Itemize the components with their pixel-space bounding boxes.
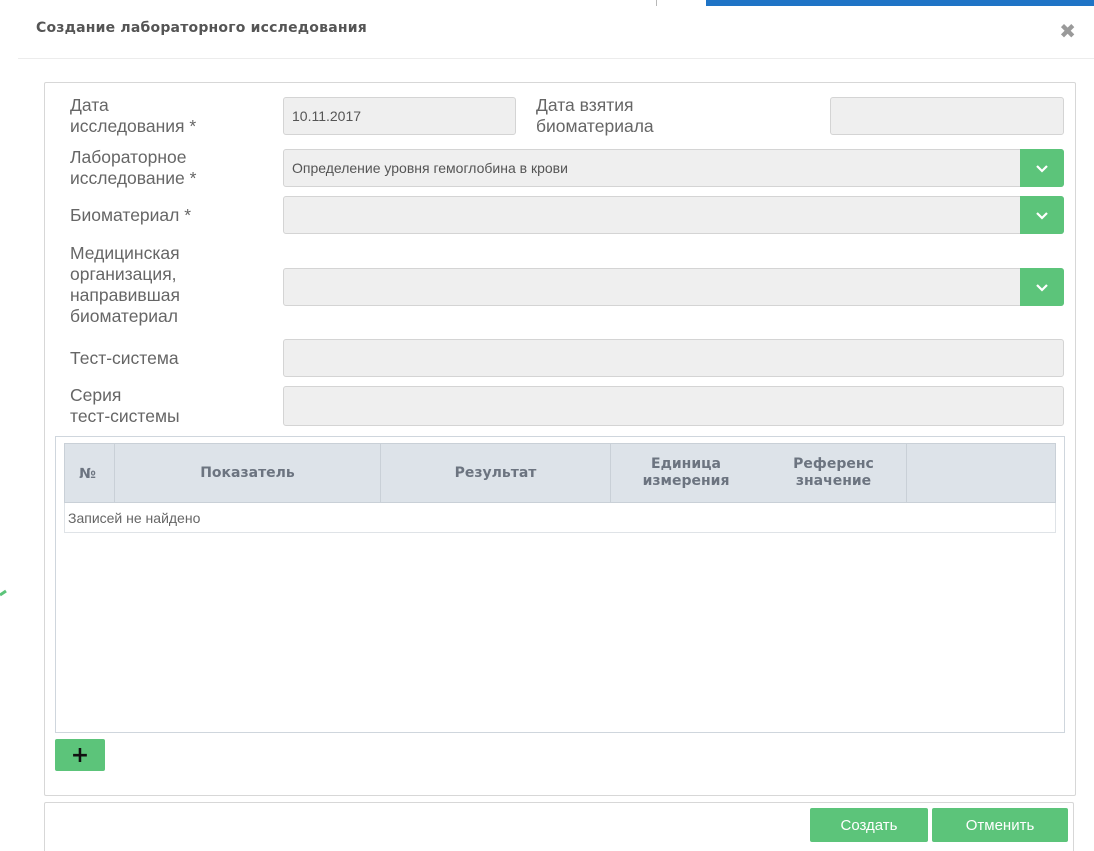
grid-empty-row: Записей не найдено <box>64 503 1056 533</box>
plus-icon: + <box>70 742 90 768</box>
test-series-input[interactable] <box>283 386 1064 426</box>
medical-org-label-line3: направившая <box>70 285 180 305</box>
add-row-button[interactable]: + <box>55 739 105 771</box>
column-header-unit-line2: измерения <box>642 473 730 489</box>
results-grid: № Показатель Результат Единица измерения… <box>55 436 1065 733</box>
medical-org-select[interactable] <box>283 268 1064 306</box>
dialog-footer: Создать Отменить <box>44 802 1074 851</box>
column-header-number[interactable]: № <box>65 444 115 502</box>
column-header-unit-line1: Единица <box>651 456 721 472</box>
column-header-result-label: Результат <box>454 464 537 481</box>
test-series-label-line2: тест-системы <box>70 406 180 426</box>
medical-org-label-line1: Медицинская <box>70 243 180 263</box>
lab-study-value: Определение уровня гемоглобина в крови <box>292 160 568 176</box>
chevron-down-icon <box>1036 164 1048 173</box>
lab-study-select[interactable]: Определение уровня гемоглобина в крови <box>283 149 1064 187</box>
create-button[interactable]: Создать <box>810 808 928 842</box>
study-date-value: 10.11.2017 <box>292 108 362 124</box>
column-header-number-label: № <box>79 466 96 482</box>
study-date-label-line1: Дата <box>70 95 109 115</box>
close-icon[interactable]: ✖ <box>1059 21 1076 41</box>
test-system-label: Тест-система <box>70 348 179 368</box>
chevron-down-icon <box>1036 283 1048 292</box>
lab-study-label-line2: исследование * <box>70 168 197 188</box>
medical-org-dropdown-button[interactable] <box>1020 268 1064 306</box>
study-date-label: Дата исследования * <box>70 95 196 137</box>
dialog-header: Создание лабораторного исследования ✖ <box>18 6 1094 59</box>
lab-study-label: Лабораторное исследование * <box>70 147 196 189</box>
test-system-input[interactable] <box>283 339 1064 377</box>
lab-study-dropdown-button[interactable] <box>1020 149 1064 187</box>
test-series-label-line1: Серия <box>70 385 122 405</box>
column-header-actions <box>907 444 1055 502</box>
cancel-button[interactable]: Отменить <box>932 808 1068 842</box>
study-date-input[interactable]: 10.11.2017 <box>283 97 516 135</box>
chevron-down-icon <box>1036 211 1048 220</box>
column-header-unit[interactable]: Единица измерения <box>611 444 761 502</box>
column-header-indicator[interactable]: Показатель <box>115 444 381 502</box>
lab-study-label-line1: Лабораторное <box>70 147 187 167</box>
biomaterial-dropdown-button[interactable] <box>1020 196 1064 234</box>
medical-org-label-line2: организация, <box>70 264 177 284</box>
column-header-indicator-label: Показатель <box>200 464 295 481</box>
biomaterial-date-label: Дата взятия биоматериала <box>536 95 654 137</box>
dialog-title: Создание лабораторного исследования <box>36 20 367 36</box>
background-arrow-mark <box>0 589 7 597</box>
form-panel: Дата исследования * 10.11.2017 Дата взят… <box>44 82 1076 796</box>
test-series-label: Серия тест-системы <box>70 385 180 427</box>
biomaterial-label: Биоматериал * <box>70 205 192 225</box>
biomaterial-date-input[interactable] <box>830 97 1064 135</box>
biomaterial-date-label-line1: Дата взятия <box>536 95 634 115</box>
medical-org-label: Медицинская организация, направившая био… <box>70 243 180 327</box>
grid-header: № Показатель Результат Единица измерения… <box>64 443 1056 503</box>
study-date-label-line2: исследования * <box>70 116 197 136</box>
column-header-result[interactable]: Результат <box>381 444 611 502</box>
medical-org-label-line4: биоматериал <box>70 306 178 326</box>
column-header-reference-line1: Референс <box>793 456 874 472</box>
column-header-reference-line2: значение <box>795 473 872 489</box>
biomaterial-date-label-line2: биоматериала <box>536 116 654 136</box>
biomaterial-select[interactable] <box>283 196 1064 234</box>
create-lab-study-dialog: Создание лабораторного исследования ✖ Да… <box>18 6 1094 851</box>
column-header-reference[interactable]: Референс значение <box>761 444 907 502</box>
